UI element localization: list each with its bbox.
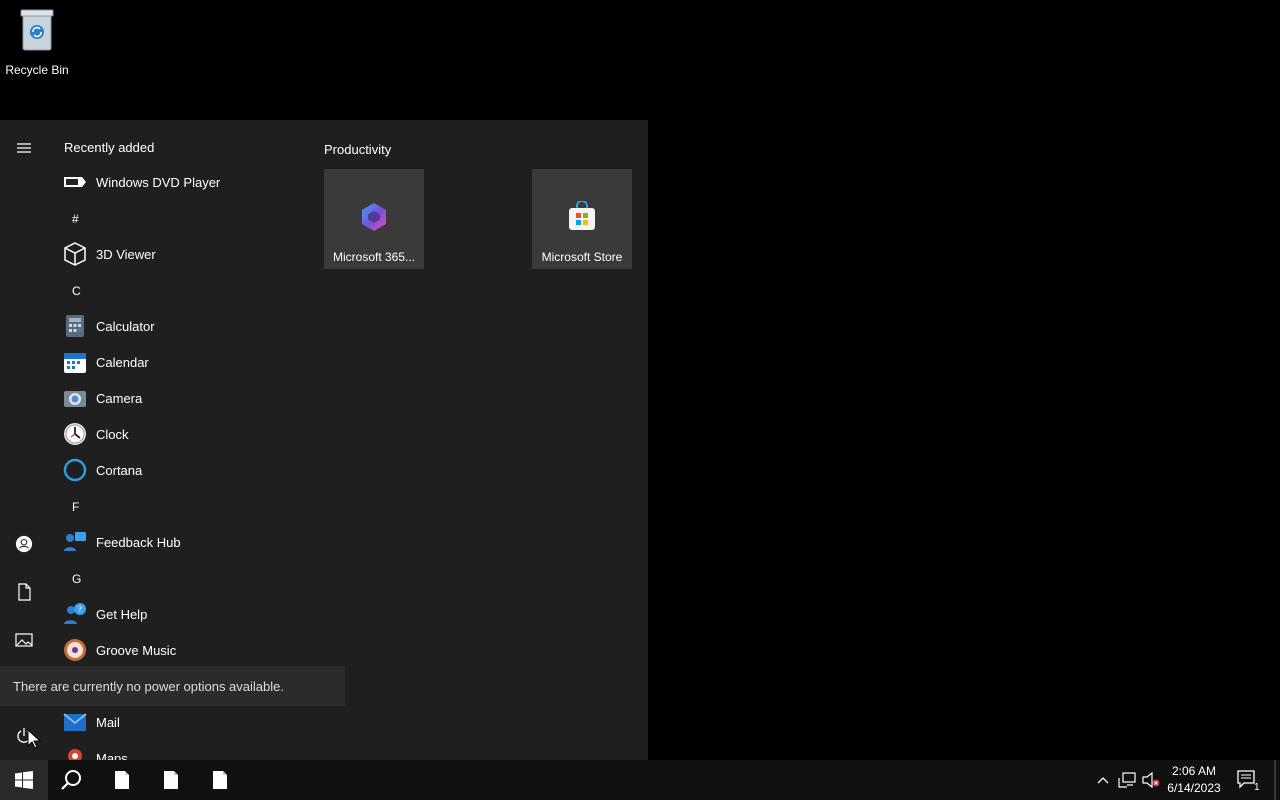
volume-button[interactable] bbox=[1140, 760, 1162, 800]
calendar-icon bbox=[64, 353, 86, 373]
user-button[interactable] bbox=[0, 524, 48, 564]
network-icon bbox=[1118, 772, 1136, 788]
tile-label: Microsoft 365... bbox=[332, 250, 416, 264]
network-button[interactable] bbox=[1116, 760, 1138, 800]
app-name: Calendar bbox=[96, 354, 149, 370]
menu-button[interactable] bbox=[0, 128, 48, 168]
feedback-icon bbox=[64, 532, 86, 551]
start-left-rail bbox=[0, 120, 48, 760]
store-icon bbox=[569, 201, 595, 230]
search-button[interactable] bbox=[48, 760, 96, 800]
app-list: Recently added Windows DVD Player # 3D V… bbox=[48, 120, 304, 760]
clock-time: 2:06 AM bbox=[1171, 764, 1217, 778]
list-item[interactable]: Camera bbox=[62, 383, 302, 413]
letter-header[interactable]: C bbox=[72, 284, 81, 298]
app-name: Clock bbox=[96, 426, 129, 442]
list-item[interactable]: ? Get Help bbox=[62, 599, 302, 629]
clock-date: 6/14/2023 bbox=[1167, 781, 1221, 795]
mail-icon bbox=[63, 713, 87, 731]
list-item[interactable]: Windows DVD Player bbox=[62, 167, 302, 197]
svg-text:?: ? bbox=[78, 605, 82, 614]
list-item[interactable]: Cortana bbox=[62, 455, 302, 485]
help-icon: ? bbox=[64, 603, 86, 624]
list-item[interactable]: 3D Viewer bbox=[62, 239, 302, 269]
list-item[interactable]: Mail bbox=[62, 707, 302, 737]
calculator-icon bbox=[66, 315, 84, 337]
tile-microsoft-365[interactable]: Microsoft 365... bbox=[324, 169, 424, 269]
recycle-bin[interactable]: Recycle Bin bbox=[4, 6, 70, 77]
m365-icon bbox=[362, 203, 386, 231]
blank-document-icon bbox=[213, 771, 227, 789]
show-desktop-button[interactable] bbox=[1274, 760, 1276, 800]
tile-label: Microsoft Store bbox=[541, 250, 623, 264]
chevron-up-icon bbox=[1097, 777, 1109, 784]
dvd-icon bbox=[64, 177, 86, 187]
pictures-icon bbox=[15, 633, 33, 647]
blank-document-icon bbox=[164, 771, 178, 789]
recently-added-heading: Recently added bbox=[64, 140, 155, 155]
list-item[interactable]: Groove Music bbox=[62, 635, 302, 665]
list-item[interactable]: Maps bbox=[62, 743, 302, 760]
taskbar-file-1[interactable] bbox=[98, 760, 146, 800]
taskbar: 2:06 AM 6/14/2023 1 bbox=[0, 760, 1280, 800]
pictures-button[interactable] bbox=[0, 620, 48, 660]
letter-header[interactable]: F bbox=[72, 500, 79, 514]
list-item[interactable]: Clock bbox=[62, 419, 302, 449]
mouse-cursor-icon bbox=[27, 729, 41, 749]
cortana-icon bbox=[63, 458, 87, 482]
notification-count: 1 bbox=[1254, 782, 1260, 793]
maps-icon bbox=[68, 749, 82, 760]
action-center-button[interactable]: 1 bbox=[1232, 760, 1264, 800]
letter-header[interactable]: G bbox=[72, 572, 81, 586]
list-item[interactable]: Feedback Hub bbox=[62, 527, 302, 557]
camera-icon bbox=[64, 391, 86, 407]
app-name: Groove Music bbox=[96, 642, 177, 658]
app-name: Mail bbox=[96, 714, 120, 730]
taskbar-file-3[interactable] bbox=[196, 760, 244, 800]
recycle-bin-label: Recycle Bin bbox=[5, 63, 69, 77]
taskbar-clock[interactable]: 2:06 AM 6/14/2023 bbox=[1162, 763, 1226, 797]
list-item[interactable]: Calendar bbox=[62, 347, 302, 377]
show-hidden-icons-button[interactable] bbox=[1092, 760, 1114, 800]
taskbar-file-2[interactable] bbox=[147, 760, 195, 800]
app-name: Maps bbox=[96, 750, 128, 761]
documents-button[interactable] bbox=[0, 572, 48, 612]
app-name: Get Help bbox=[96, 606, 148, 622]
clock-icon bbox=[64, 423, 86, 445]
user-icon bbox=[15, 535, 33, 553]
power-options-tooltip: There are currently no power options ava… bbox=[0, 666, 345, 706]
app-name: Cortana bbox=[96, 462, 143, 478]
app-name: Camera bbox=[96, 390, 143, 406]
app-name: 3D Viewer bbox=[96, 246, 156, 262]
tiles-group-title: Productivity bbox=[324, 142, 392, 157]
windows-logo-icon bbox=[15, 771, 33, 789]
document-icon bbox=[18, 583, 31, 601]
letter-header[interactable]: # bbox=[72, 212, 79, 226]
blank-document-icon bbox=[115, 771, 129, 789]
list-item[interactable]: Calculator bbox=[62, 311, 302, 341]
app-name: Calculator bbox=[96, 318, 155, 334]
start-button[interactable] bbox=[0, 760, 48, 800]
app-name: Windows DVD Player bbox=[96, 174, 221, 190]
volume-muted-icon bbox=[1142, 772, 1160, 788]
cube-icon bbox=[64, 242, 86, 266]
app-name: Feedback Hub bbox=[96, 534, 181, 550]
recycle-bin-icon bbox=[20, 9, 54, 51]
menu-icon bbox=[17, 143, 31, 153]
start-menu: Recently added Windows DVD Player # 3D V… bbox=[0, 120, 648, 760]
tile-microsoft-store[interactable]: Microsoft Store bbox=[532, 169, 632, 269]
music-icon bbox=[64, 639, 86, 661]
search-icon bbox=[61, 770, 81, 790]
